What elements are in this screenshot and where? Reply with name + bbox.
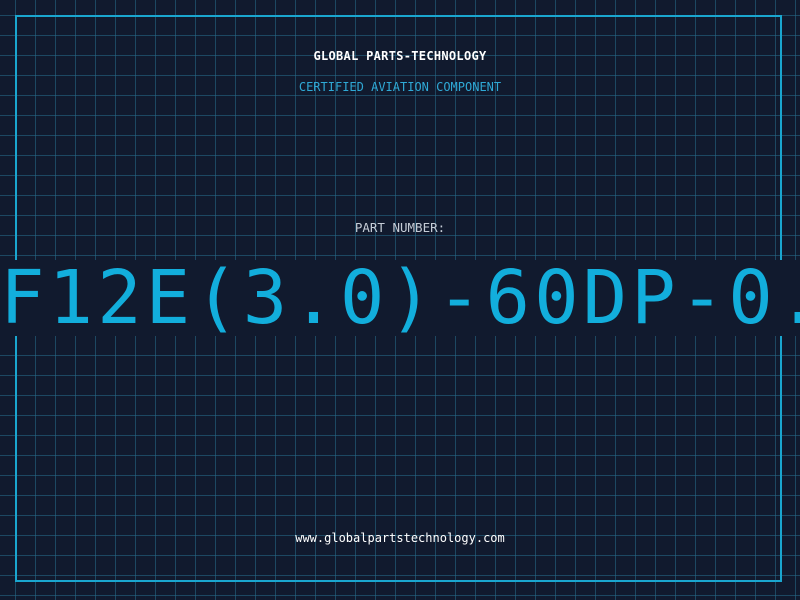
part-number-band: F12E(3.0)-60DP-0.5 bbox=[0, 260, 800, 336]
website-url: www.globalpartstechnology.com bbox=[295, 531, 505, 545]
certificate-card: GLOBAL PARTS-TECHNOLOGY CERTIFIED AVIATI… bbox=[0, 0, 800, 600]
company-name: GLOBAL PARTS-TECHNOLOGY bbox=[313, 49, 487, 63]
part-number-value: F12E(3.0)-60DP-0.5 bbox=[0, 260, 800, 336]
certification-subtitle: CERTIFIED AVIATION COMPONENT bbox=[298, 80, 502, 94]
part-number-label: PART NUMBER: bbox=[354, 220, 446, 235]
